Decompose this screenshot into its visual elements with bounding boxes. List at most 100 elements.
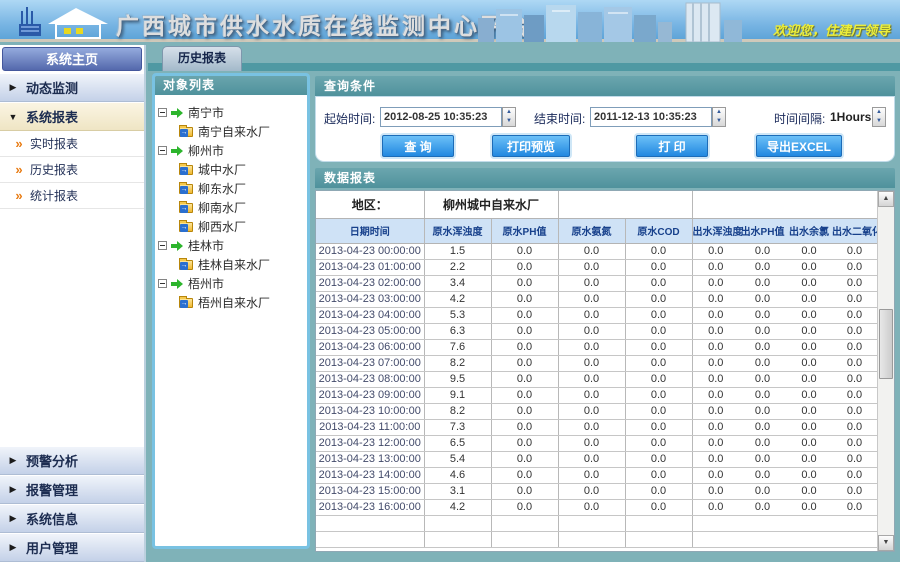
cell-value: 0.0 (625, 307, 692, 323)
spinner-down-icon[interactable]: ▼ (713, 117, 725, 126)
sidebar-subitem-实时报表[interactable]: »实时报表 (0, 131, 144, 157)
cell-empty (739, 531, 786, 547)
cell-value: 0.0 (558, 403, 625, 419)
cell-value: 0.0 (491, 291, 558, 307)
table-row[interactable]: 2013-04-23 12:00:006.50.00.00.00.00.00.0… (316, 435, 877, 451)
spinner-up-icon[interactable]: ▲ (503, 108, 515, 117)
table-row[interactable]: 2013-04-23 14:00:004.60.00.00.00.00.00.0… (316, 467, 877, 483)
table-row[interactable]: 2013-04-23 05:00:006.30.00.00.00.00.00.0… (316, 323, 877, 339)
column-header-row: 日期时间原水浑浊度原水PH值原水氨氮原水COD出水浑浊度出水PH值出水余氯出水二… (316, 218, 877, 243)
collapse-minus-icon[interactable] (158, 146, 167, 155)
cell-datetime: 2013-04-23 12:00:00 (316, 435, 424, 451)
sidebar-item-dynamic-monitoring[interactable]: ▶ 动态监测 (0, 73, 144, 102)
cell-empty (316, 531, 424, 547)
spinner-down-icon[interactable]: ▼ (503, 117, 515, 126)
tree-plant-node[interactable]: 梧州自来水厂 (158, 293, 304, 312)
cell-datetime: 2013-04-23 04:00:00 (316, 307, 424, 323)
query-button[interactable]: 查 询 (382, 135, 454, 157)
tree-plant-node[interactable]: 桂林自来水厂 (158, 255, 304, 274)
tree-city-node[interactable]: 柳州市 (158, 141, 304, 160)
sidebar-subitem-统计报表[interactable]: »统计报表 (0, 183, 144, 209)
print-button[interactable]: 打 印 (636, 135, 708, 157)
subitem-bullet-icon: » (8, 162, 30, 177)
print-preview-button[interactable]: 打印预览 (492, 135, 570, 157)
sidebar-item-system-reports[interactable]: ▼ 系统报表 (0, 102, 144, 131)
cell-value: 0.0 (832, 291, 877, 307)
table-row[interactable]: 2013-04-23 07:00:008.20.00.00.00.00.00.0… (316, 355, 877, 371)
spinner-up-icon[interactable]: ▲ (873, 108, 885, 117)
collapse-minus-icon[interactable] (158, 241, 167, 250)
end-time-spinner[interactable]: ▲ ▼ (712, 107, 726, 127)
table-row[interactable]: 2013-04-23 13:00:005.40.00.00.00.00.00.0… (316, 451, 877, 467)
scroll-down-icon[interactable]: ▼ (878, 535, 894, 551)
table-row[interactable]: 2013-04-23 02:00:003.40.00.00.00.00.00.0… (316, 275, 877, 291)
collapse-minus-icon[interactable] (158, 279, 167, 288)
cell-empty (491, 531, 558, 547)
data-table: 地区： 柳州城中自来水厂 日期时间原水浑浊度原水PH值原水氨氮原水COD出水浑浊… (316, 191, 877, 548)
cell-datetime: 2013-04-23 09:00:00 (316, 387, 424, 403)
table-row[interactable]: 2013-04-23 11:00:007.30.00.00.00.00.00.0… (316, 419, 877, 435)
export-excel-button[interactable]: 导出EXCEL (756, 135, 842, 157)
cell-value: 0.0 (625, 371, 692, 387)
folder-icon (179, 165, 193, 175)
cell-value: 0.0 (558, 387, 625, 403)
table-row[interactable]: 2013-04-23 01:00:002.20.00.00.00.00.00.0… (316, 259, 877, 275)
tree-plant-node[interactable]: 城中水厂 (158, 160, 304, 179)
cell-empty (424, 531, 491, 547)
tree-plant-node[interactable]: 柳东水厂 (158, 179, 304, 198)
spinner-down-icon[interactable]: ▼ (873, 117, 885, 126)
cell-value: 0.0 (692, 291, 739, 307)
cell-value: 0.0 (739, 323, 786, 339)
tree-plant-node[interactable]: 柳西水厂 (158, 217, 304, 236)
data-table-wrap: 地区： 柳州城中自来水厂 日期时间原水浑浊度原水PH值原水氨氮原水COD出水浑浊… (316, 191, 877, 551)
table-row[interactable]: 2013-04-23 04:00:005.30.00.00.00.00.00.0… (316, 307, 877, 323)
spinner-up-icon[interactable]: ▲ (713, 108, 725, 117)
table-row[interactable]: 2013-04-23 15:00:003.10.00.00.00.00.00.0… (316, 483, 877, 499)
start-time-spinner[interactable]: ▲ ▼ (502, 107, 516, 127)
table-scrollbar[interactable]: ▲ ▼ (877, 191, 894, 551)
scrollbar-thumb[interactable] (879, 309, 893, 379)
table-row[interactable]: 2013-04-23 16:00:004.20.00.00.00.00.00.0… (316, 499, 877, 515)
tree-city-node[interactable]: 桂林市 (158, 236, 304, 255)
cell-value: 0.0 (739, 499, 786, 515)
cell-value: 0.0 (832, 339, 877, 355)
tree-city-node[interactable]: 南宁市 (158, 103, 304, 122)
tab-history-report[interactable]: 历史报表 (162, 46, 242, 71)
sidebar-subitem-历史报表[interactable]: »历史报表 (0, 157, 144, 183)
end-time-input[interactable] (590, 107, 712, 127)
cell-value: 0.0 (625, 419, 692, 435)
interval-spinner[interactable]: ▲ ▼ (872, 107, 886, 127)
tree-plant-node[interactable]: 南宁自来水厂 (158, 122, 304, 141)
tree-city-node[interactable]: 梧州市 (158, 274, 304, 293)
cell-value: 0.0 (832, 483, 877, 499)
cell-value: 0.0 (832, 323, 877, 339)
cell-value: 0.0 (558, 307, 625, 323)
start-time-input[interactable] (380, 107, 502, 127)
sidebar-item-预警分析[interactable]: ▶预警分析 (0, 446, 144, 475)
cell-value: 0.0 (786, 371, 832, 387)
cell-value: 0.0 (786, 387, 832, 403)
sidebar-item-用户管理[interactable]: ▶用户管理 (0, 533, 144, 562)
tabbar-underline (148, 63, 900, 71)
table-row[interactable]: 2013-04-23 00:00:001.50.00.00.00.00.00.0… (316, 243, 877, 259)
cell-value: 0.0 (739, 259, 786, 275)
table-row[interactable]: 2013-04-23 08:00:009.50.00.00.00.00.00.0… (316, 371, 877, 387)
table-row[interactable]: 2013-04-23 06:00:007.60.00.00.00.00.00.0… (316, 339, 877, 355)
cell-value: 0.0 (491, 243, 558, 259)
tree-plant-node[interactable]: 柳南水厂 (158, 198, 304, 217)
collapse-minus-icon[interactable] (158, 108, 167, 117)
table-row[interactable]: 2013-04-23 03:00:004.20.00.00.00.00.00.0… (316, 291, 877, 307)
table-row[interactable]: 2013-04-23 10:00:008.20.00.00.00.00.00.0… (316, 403, 877, 419)
scroll-up-icon[interactable]: ▲ (878, 191, 894, 207)
table-row[interactable]: 2013-04-23 09:00:009.10.00.00.00.00.00.0… (316, 387, 877, 403)
table-empty-row (316, 531, 877, 547)
column-header: 出水余氯 (786, 218, 832, 243)
interval-value: 1Hours (830, 110, 871, 124)
sidebar-item-home[interactable]: 系统主页 (2, 47, 142, 71)
start-time-label: 起始时间: (324, 110, 375, 127)
sidebar-item-系统信息[interactable]: ▶系统信息 (0, 504, 144, 533)
sidebar-group-label: 用户管理 (26, 538, 78, 557)
cell-datetime: 2013-04-23 05:00:00 (316, 323, 424, 339)
sidebar-item-报警管理[interactable]: ▶报警管理 (0, 475, 144, 504)
green-arrow-icon (171, 108, 184, 118)
